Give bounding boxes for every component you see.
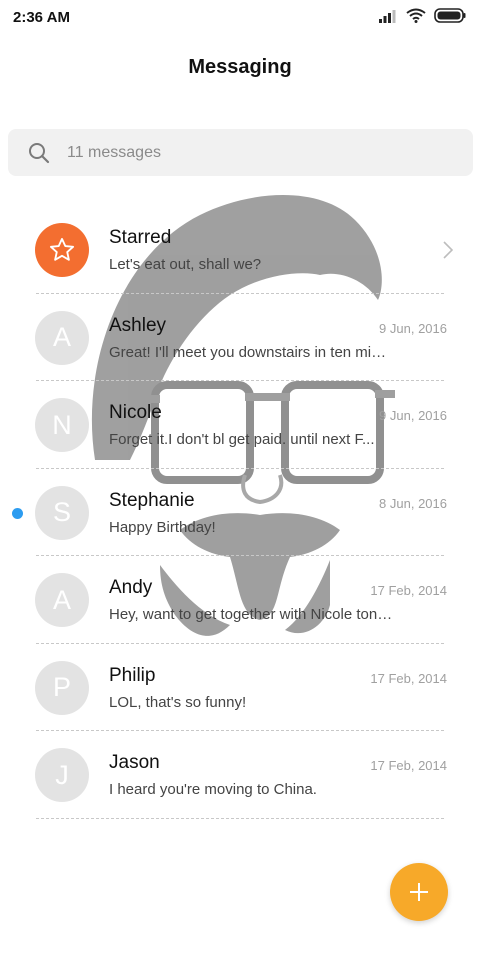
- battery-icon: [434, 8, 466, 23]
- status-time: 2:36 AM: [13, 9, 70, 26]
- conversation-date: 9 Jun, 2016: [379, 408, 447, 423]
- avatar: J: [35, 748, 89, 802]
- conversation-name: Starred: [109, 227, 172, 248]
- conversation-snippet: Let's eat out, shall we?: [109, 256, 262, 273]
- conversation-row[interactable]: A Andy Hey, want to get together with Ni…: [0, 556, 480, 644]
- conversation-name: Andy: [109, 577, 153, 598]
- conversation-snippet: Hey, want to get together with Nicole to…: [109, 606, 394, 623]
- avatar: N: [35, 398, 89, 452]
- conversation-name: Ashley: [109, 314, 167, 336]
- conversation-row[interactable]: N Nicole Forget it.I don't bl get paid. …: [0, 381, 480, 469]
- conversation-date: 9 Jun, 2016: [379, 320, 447, 336]
- conversation-row[interactable]: A Ashley Great! I'll meet you downstairs…: [0, 294, 480, 381]
- conversation-snippet: Happy Birthday!: [109, 518, 216, 536]
- conversation-list: Starred Let's eat out, shall we? A Ashle…: [0, 206, 480, 819]
- conversation-name: Stephanie: [109, 489, 195, 511]
- compose-button[interactable]: [390, 863, 448, 921]
- conversation-date: 17 Feb, 2014: [370, 583, 447, 598]
- status-bar: 2:36 AM: [0, 0, 480, 36]
- conversation-date: 17 Feb, 2014: [370, 670, 447, 686]
- conversation-name: Nicole: [109, 402, 162, 423]
- chevron-right-icon: [443, 241, 453, 259]
- avatar: S: [35, 485, 89, 540]
- conversation-row[interactable]: P Philip LOL, that's so funny! 17 Feb, 2…: [0, 644, 480, 731]
- starred-avatar: [35, 223, 89, 277]
- unread-dot: [12, 507, 23, 519]
- conversation-row-starred[interactable]: Starred Let's eat out, shall we?: [0, 206, 480, 294]
- conversation-snippet: I heard you're moving to China.: [109, 781, 317, 798]
- page-title: Messaging: [188, 56, 292, 78]
- wifi-icon: [406, 8, 426, 23]
- star-icon: [49, 237, 75, 261]
- conversation-name: Jason: [109, 752, 160, 773]
- divider: [36, 817, 444, 819]
- search-input-placeholder[interactable]: 11 messages: [67, 144, 161, 162]
- conversation-snippet: LOL, that's so funny!: [109, 693, 247, 711]
- avatar: P: [35, 660, 89, 715]
- plus-icon: [410, 883, 428, 901]
- conversation-row[interactable]: J Jason I heard you're moving to China. …: [0, 731, 480, 819]
- conversation-date: 17 Feb, 2014: [370, 758, 447, 773]
- search-icon: [29, 143, 50, 164]
- search-bar[interactable]: 11 messages: [8, 129, 473, 176]
- avatar: A: [35, 573, 89, 627]
- status-icons: [378, 8, 466, 23]
- conversation-name: Philip: [109, 664, 156, 686]
- avatar: A: [35, 310, 89, 365]
- conversation-row[interactable]: S Stephanie Happy Birthday! 8 Jun, 2016: [0, 469, 480, 556]
- conversation-snippet: Great! I'll meet you downstairs in ten m…: [109, 343, 394, 361]
- signal-icon: [379, 9, 396, 23]
- conversation-date: 8 Jun, 2016: [379, 495, 447, 511]
- conversation-snippet: Forget it.I don't bl get paid. until nex…: [109, 431, 375, 448]
